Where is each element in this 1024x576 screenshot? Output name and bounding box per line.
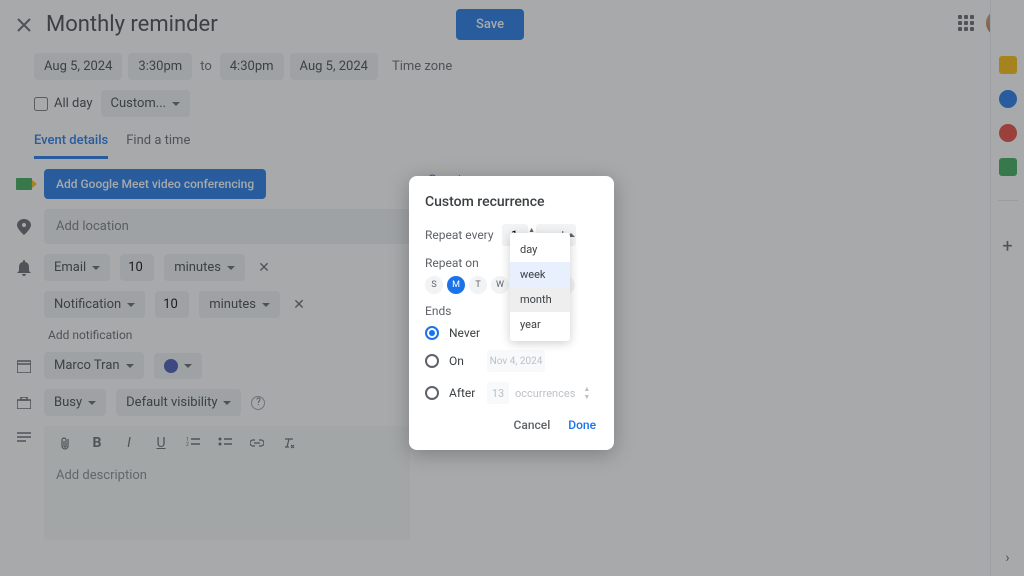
unit-option-month[interactable]: month <box>510 287 570 312</box>
occ-spin-up-icon[interactable]: ▲ <box>583 385 590 393</box>
modal-title: Custom recurrence <box>425 194 598 210</box>
ends-on-radio[interactable] <box>425 354 439 368</box>
unit-option-week[interactable]: week <box>510 262 570 287</box>
repeat-label: Repeat every <box>425 228 494 242</box>
unit-option-day[interactable]: day <box>510 237 570 262</box>
occurrences-wrapper: occurrences ▲ ▼ <box>487 382 590 404</box>
ends-never-label: Never <box>449 326 480 340</box>
ends-never-radio[interactable] <box>425 326 439 340</box>
day-toggle[interactable]: S <box>425 276 443 294</box>
day-toggle[interactable]: M <box>447 276 465 294</box>
unit-option-year[interactable]: year <box>510 312 570 337</box>
ends-on-label: On <box>449 354 477 368</box>
unit-dropdown: dayweekmonthyear <box>510 233 570 341</box>
ends-on-row: On <box>425 350 598 372</box>
occurrences-label: occurrences <box>515 387 575 400</box>
occ-spin-down-icon[interactable]: ▼ <box>583 393 590 401</box>
day-toggle[interactable]: W <box>491 276 509 294</box>
ends-after-radio[interactable] <box>425 386 439 400</box>
cancel-button[interactable]: Cancel <box>512 414 553 436</box>
modal-buttons: Cancel Done <box>425 414 598 436</box>
ends-after-row: After occurrences ▲ ▼ <box>425 382 598 404</box>
done-button[interactable]: Done <box>566 414 598 436</box>
calendar-event-editor: Save Aug 5, 2024 3:30pm to 4:30pm Aug 5,… <box>0 0 1024 576</box>
ends-after-label: After <box>449 386 477 400</box>
occurrences-input[interactable] <box>487 382 509 404</box>
day-toggle[interactable]: T <box>469 276 487 294</box>
ends-on-date[interactable] <box>487 350 545 372</box>
